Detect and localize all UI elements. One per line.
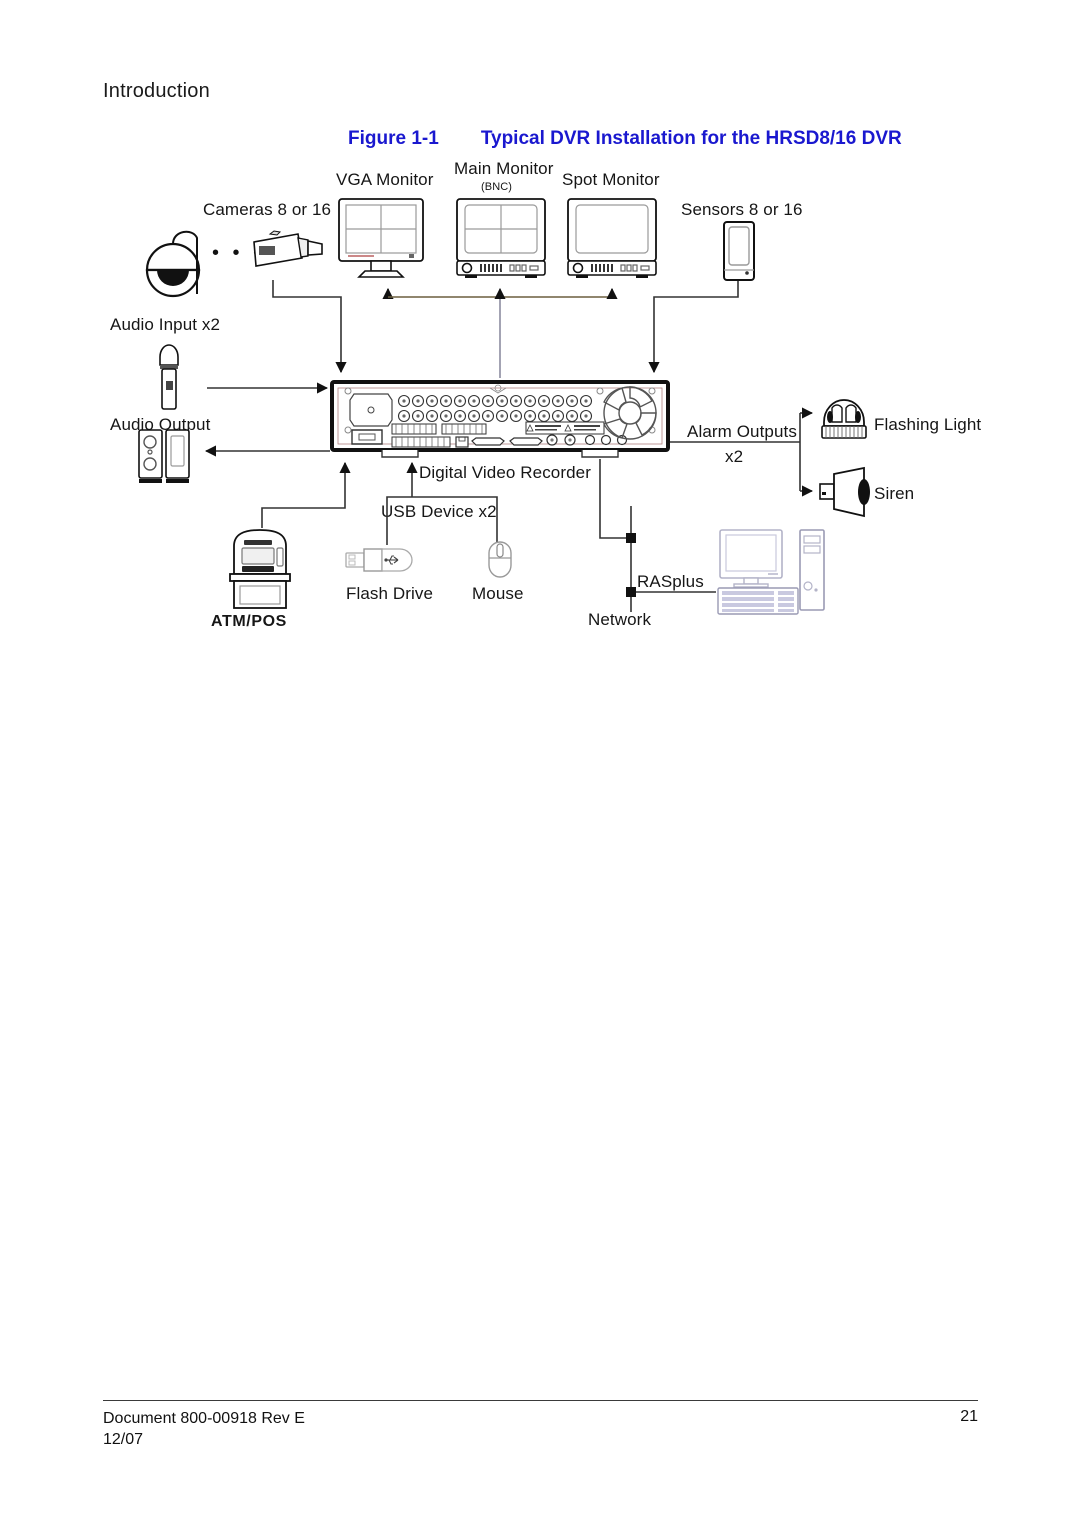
microphone-icon xyxy=(159,344,179,410)
footer-page-number: 21 xyxy=(960,1408,978,1425)
network-junction-2 xyxy=(626,587,636,597)
mouse-icon xyxy=(488,541,512,578)
dvr-rear-panel xyxy=(330,380,670,458)
dome-camera-icon xyxy=(145,230,201,298)
footer-document-id: Document 800-00918 Rev E 12/07 xyxy=(103,1410,305,1448)
atm-pos-icon xyxy=(229,529,291,609)
footer-divider xyxy=(103,1400,978,1401)
vga-monitor-icon xyxy=(338,198,424,278)
network-junction-1 xyxy=(626,533,636,543)
siren-icon xyxy=(819,466,870,518)
document-page: Introduction Figure 1-1 Typical DVR Insta… xyxy=(0,0,1080,1526)
box-camera-icon xyxy=(253,230,323,267)
sensor-icon xyxy=(723,221,755,281)
flash-drive-icon xyxy=(345,548,413,572)
pc-icon xyxy=(717,529,825,615)
speakers-icon xyxy=(138,429,190,483)
main-monitor-icon xyxy=(456,198,546,278)
flashing-light-icon xyxy=(821,399,867,439)
spot-monitor-icon xyxy=(567,198,657,278)
dvr-installation-diagram: Cameras 8 or 16 VGA Monitor Main Monitor… xyxy=(0,0,1080,1526)
